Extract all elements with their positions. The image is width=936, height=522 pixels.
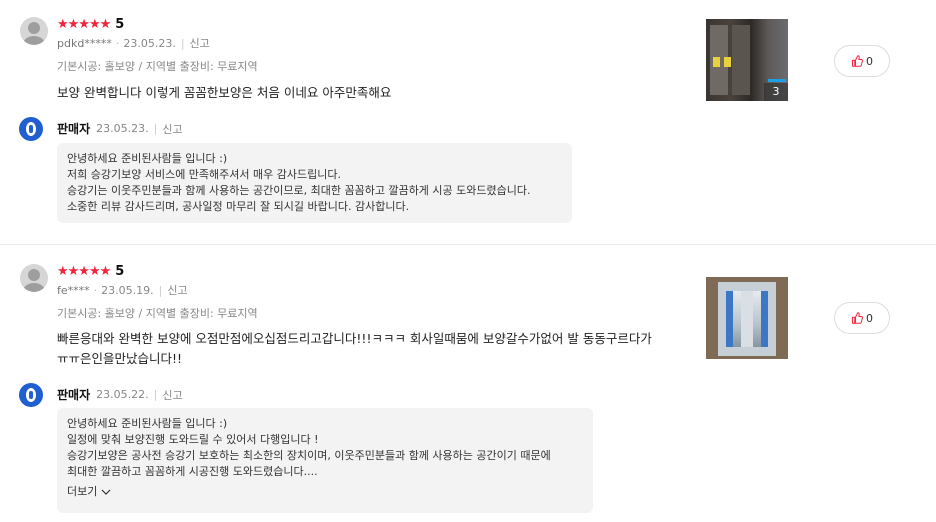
report-link[interactable]: 신고 [162,121,182,137]
more-button[interactable]: 더보기 [67,484,111,500]
star-rating-icon: ★★★★★ [57,16,111,32]
review-meta: fe**** · 23.05.19. | 신고 [57,282,188,298]
photo-count-badge: 3 [764,83,788,101]
review-photo[interactable]: 3 [706,19,788,101]
seller-reply-meta: 판매자 23.05.22. | 신고 [57,387,183,403]
like-count: 0 [866,54,873,68]
rating-score: 5 [115,264,125,279]
reply-date: 23.05.22. [96,388,149,401]
reply-date: 23.05.23. [96,122,149,135]
rating-score: 5 [115,17,125,32]
review-content: 빠른응대와 완벽한 보양에 오점만점에오십점드리고갑니다!!!ㅋㅋㅋ 회사일때뭄… [57,331,652,366]
purchase-option: 기본시공: 홀보양 / 지역별 출장비: 무료지역 [57,307,258,320]
chevron-down-icon [101,489,111,495]
divider [0,244,936,245]
avatar [20,17,48,45]
review-meta: pdkd***** · 23.05.23. | 신고 [57,35,210,51]
review-item: ★★★★★ 5 pdkd***** · 23.05.23. | 신고 기본시공:… [0,0,936,244]
review-item: ★★★★★ 5 fe**** · 23.05.19. | 신고 기본시공: 홀보… [0,246,936,522]
report-link[interactable]: 신고 [190,35,210,51]
report-link[interactable]: 신고 [162,387,182,403]
avatar [20,264,48,292]
star-rating-icon: ★★★★★ [57,263,111,279]
review-photo[interactable] [706,277,788,359]
reviewer-id: fe**** [57,283,90,297]
review-date: 23.05.19. [101,283,154,297]
seller-name: 판매자 [57,388,91,402]
seller-reply: 안녕하세요 준비된사람들 입니다 :) 일정에 맞춰 보양진행 도와드릴 수 있… [57,408,593,513]
review-content: 보양 완벽합니다 이렇게 꼼꼼한보양은 처음 이네요 아주만족해요 [57,85,392,100]
more-label: 더보기 [67,485,98,498]
thumbs-up-icon [852,312,863,324]
purchase-option: 기본시공: 홀보양 / 지역별 출장비: 무료지역 [57,60,258,73]
thumbs-up-icon [852,55,863,67]
like-button[interactable]: 0 [834,302,890,334]
seller-name: 판매자 [57,122,91,136]
seller-badge-icon [19,383,43,407]
reviewer-id: pdkd***** [57,36,112,50]
rating: ★★★★★ 5 [57,264,124,279]
seller-badge-icon [19,117,43,141]
report-link[interactable]: 신고 [167,282,187,298]
seller-reply: 안녕하세요 준비된사람들 입니다 :) 저희 승강기보양 서비스에 만족해주셔서… [57,143,572,223]
seller-reply-meta: 판매자 23.05.23. | 신고 [57,121,183,137]
rating: ★★★★★ 5 [57,17,124,32]
like-count: 0 [866,311,873,325]
like-button[interactable]: 0 [834,45,890,77]
review-date: 23.05.23. [123,36,176,50]
